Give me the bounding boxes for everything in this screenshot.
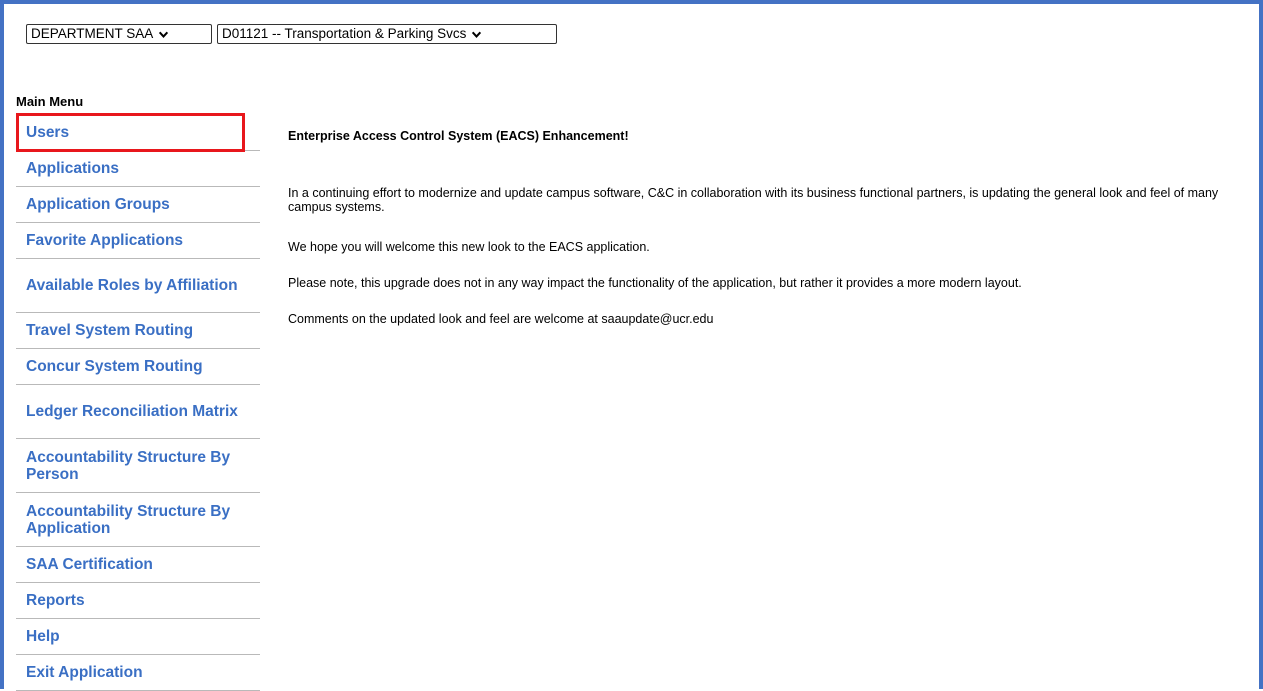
sidebar-item-help[interactable]: Help	[16, 619, 260, 655]
sidebar-item-label: Travel System Routing	[26, 322, 194, 339]
sidebar-item-applications[interactable]: Applications	[16, 151, 260, 187]
sidebar-item-label: Exit Application	[26, 664, 143, 681]
sidebar-item-users[interactable]: Users	[16, 115, 260, 151]
sidebar-item-travel-system-routing[interactable]: Travel System Routing	[16, 313, 260, 349]
sidebar-item-label: Applications	[26, 160, 120, 177]
main-menu: Users Applications Application Groups Favor…	[16, 115, 260, 691]
sidebar-item-application-groups[interactable]: Application Groups	[16, 187, 260, 223]
sidebar-item-favorite-applications[interactable]: Favorite Applications	[16, 223, 260, 259]
chevron-down-icon	[158, 29, 169, 40]
sidebar-item-label: Accountability Structure By Application	[26, 502, 231, 537]
sidebar-item-label: Accountability Structure By Person	[26, 448, 231, 483]
sidebar-item-label: Users	[26, 124, 70, 141]
sidebar-item-concur-system-routing[interactable]: Concur System Routing	[16, 349, 260, 385]
page-title: Enterprise Access Control System (EACS) …	[288, 129, 629, 143]
role-select[interactable]: DEPARTMENT SAA	[26, 24, 212, 44]
sidebar-item-exit-application[interactable]: Exit Application	[16, 655, 260, 691]
sidebar-item-reports[interactable]: Reports	[16, 583, 260, 619]
sidebar-item-label: Application Groups	[26, 196, 170, 213]
sidebar-item-label: Ledger Reconciliation Matrix	[26, 403, 238, 420]
chevron-down-icon	[471, 29, 482, 40]
paragraph-welcome: We hope you will welcome this new look t…	[288, 240, 650, 254]
sidebar-item-label: SAA Certification	[26, 556, 153, 573]
sidebar-item-label: Favorite Applications	[26, 232, 184, 249]
paragraph-intro: In a continuing effort to modernize and …	[288, 186, 1219, 214]
sidebar-item-label: Reports	[26, 592, 85, 609]
sidebar-item-accountability-structure-by-person[interactable]: Accountability Structure By Person	[16, 439, 260, 493]
sidebar-item-ledger-reconciliation-matrix[interactable]: Ledger Reconciliation Matrix	[16, 385, 260, 439]
department-select-value: D01121 -- Transportation & Parking Svcs	[222, 26, 467, 41]
sidebar-item-label: Help	[26, 628, 60, 645]
role-select-value: DEPARTMENT SAA	[31, 26, 154, 41]
main-content: Enterprise Access Control System (EACS) …	[288, 129, 1243, 326]
sidebar-item-available-roles-by-affiliation[interactable]: Available Roles by Affiliation	[16, 259, 260, 313]
department-select[interactable]: D01121 -- Transportation & Parking Svcs	[217, 24, 557, 44]
main-menu-label: Main Menu	[16, 94, 84, 109]
header-selects: DEPARTMENT SAA D01121 -- Transportation …	[26, 24, 557, 44]
paragraph-comments: Comments on the updated look and feel ar…	[288, 312, 714, 326]
sidebar-item-label: Available Roles by Affiliation	[26, 277, 238, 294]
sidebar-item-accountability-structure-by-application[interactable]: Accountability Structure By Application	[16, 493, 260, 547]
paragraph-note: Please note, this upgrade does not in an…	[288, 276, 1022, 290]
sidebar-item-saa-certification[interactable]: SAA Certification	[16, 547, 260, 583]
sidebar-item-label: Concur System Routing	[26, 358, 203, 375]
